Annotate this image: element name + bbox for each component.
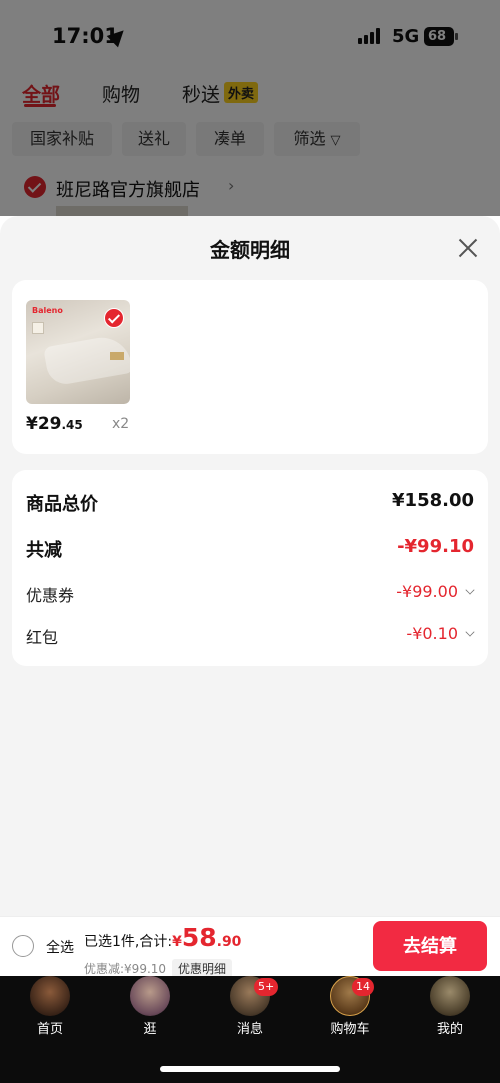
home-icon bbox=[30, 976, 70, 1016]
product-shirt-shape bbox=[43, 333, 130, 387]
redpacket-label: 红包 bbox=[26, 628, 59, 647]
nav-item-browse[interactable]: 逛 bbox=[100, 976, 200, 1050]
product-quantity: x2 bbox=[112, 416, 130, 432]
reduce-value: -¥99.10 bbox=[397, 536, 474, 557]
coupon-row[interactable]: 优惠券 -¥99.00 bbox=[26, 582, 475, 612]
amount-detail-sheet: 金额明细 Baleno ¥29.45 x2 商品总价 ¥158.00 共减 -¥… bbox=[0, 216, 500, 916]
checkout-button[interactable]: 去结算 bbox=[373, 921, 487, 971]
chevron-down-icon bbox=[465, 585, 475, 595]
home-indicator[interactable] bbox=[160, 1066, 340, 1072]
price-breakdown-card: 商品总价 ¥158.00 共减 -¥99.10 优惠券 -¥99.00 红包 -… bbox=[12, 470, 488, 666]
brand-logo: Baleno bbox=[32, 306, 63, 315]
total-row: 商品总价 ¥158.00 bbox=[26, 490, 474, 520]
product-price: ¥29.45 bbox=[26, 414, 83, 434]
nav-item-home[interactable]: 首页 bbox=[0, 976, 100, 1050]
selected-check-icon bbox=[104, 308, 124, 328]
profile-icon bbox=[430, 976, 470, 1016]
total-label: 商品总价 bbox=[26, 494, 98, 515]
product-tag-icon bbox=[32, 322, 44, 334]
select-all-label[interactable]: 全选 bbox=[46, 937, 74, 957]
cart-badge: 14 bbox=[352, 978, 374, 996]
modal-backdrop[interactable] bbox=[0, 0, 500, 216]
total-amount-dec: .90 bbox=[216, 934, 242, 950]
nav-item-profile[interactable]: 我的 bbox=[400, 976, 500, 1050]
product-label-icon bbox=[110, 352, 124, 360]
currency-symbol: ¥ bbox=[172, 934, 182, 950]
reduce-row: 共减 -¥99.10 bbox=[26, 536, 474, 566]
nav-item-messages[interactable]: 5+ 消息 bbox=[200, 976, 300, 1050]
nav-item-cart[interactable]: 14 购物车 bbox=[300, 976, 400, 1050]
order-summary: 已选1件,合计:¥58.90 bbox=[84, 923, 241, 952]
checkout-bar: 全选 已选1件,合计:¥58.90 优惠减:¥99.10 优惠明细 去结算 bbox=[0, 916, 500, 978]
select-all-checkbox[interactable] bbox=[12, 935, 34, 957]
discount-text: 优惠减:¥99.10 bbox=[84, 962, 167, 976]
coupon-label: 优惠券 bbox=[26, 586, 75, 605]
nav-label-cart: 购物车 bbox=[330, 1022, 370, 1037]
coupon-value: -¥99.00 bbox=[396, 582, 458, 601]
browse-icon bbox=[130, 976, 170, 1016]
close-icon[interactable] bbox=[456, 236, 480, 260]
redpacket-value: -¥0.10 bbox=[406, 624, 458, 643]
nav-label-profile: 我的 bbox=[436, 1022, 463, 1037]
chevron-down-icon bbox=[465, 627, 475, 637]
summary-prefix: 已选1件,合计: bbox=[84, 934, 173, 950]
product-price-dec: .45 bbox=[61, 418, 83, 432]
redpacket-row[interactable]: 红包 -¥0.10 bbox=[26, 624, 475, 654]
nav-label-browse: 逛 bbox=[143, 1022, 157, 1037]
total-value: ¥158.00 bbox=[392, 490, 474, 511]
messages-badge: 5+ bbox=[254, 978, 279, 996]
selected-products-card: Baleno ¥29.45 x2 bbox=[12, 280, 488, 454]
sheet-title: 金额明细 bbox=[210, 238, 290, 262]
reduce-label: 共减 bbox=[26, 540, 62, 561]
nav-label-messages: 消息 bbox=[236, 1022, 263, 1037]
product-price-int: ¥29 bbox=[26, 414, 62, 434]
product-thumbnail[interactable]: Baleno bbox=[26, 300, 130, 404]
bottom-nav: 首页 逛 5+ 消息 14 购物车 我的 bbox=[0, 976, 500, 1083]
total-amount-int: 58 bbox=[181, 923, 217, 952]
nav-label-home: 首页 bbox=[36, 1022, 63, 1037]
